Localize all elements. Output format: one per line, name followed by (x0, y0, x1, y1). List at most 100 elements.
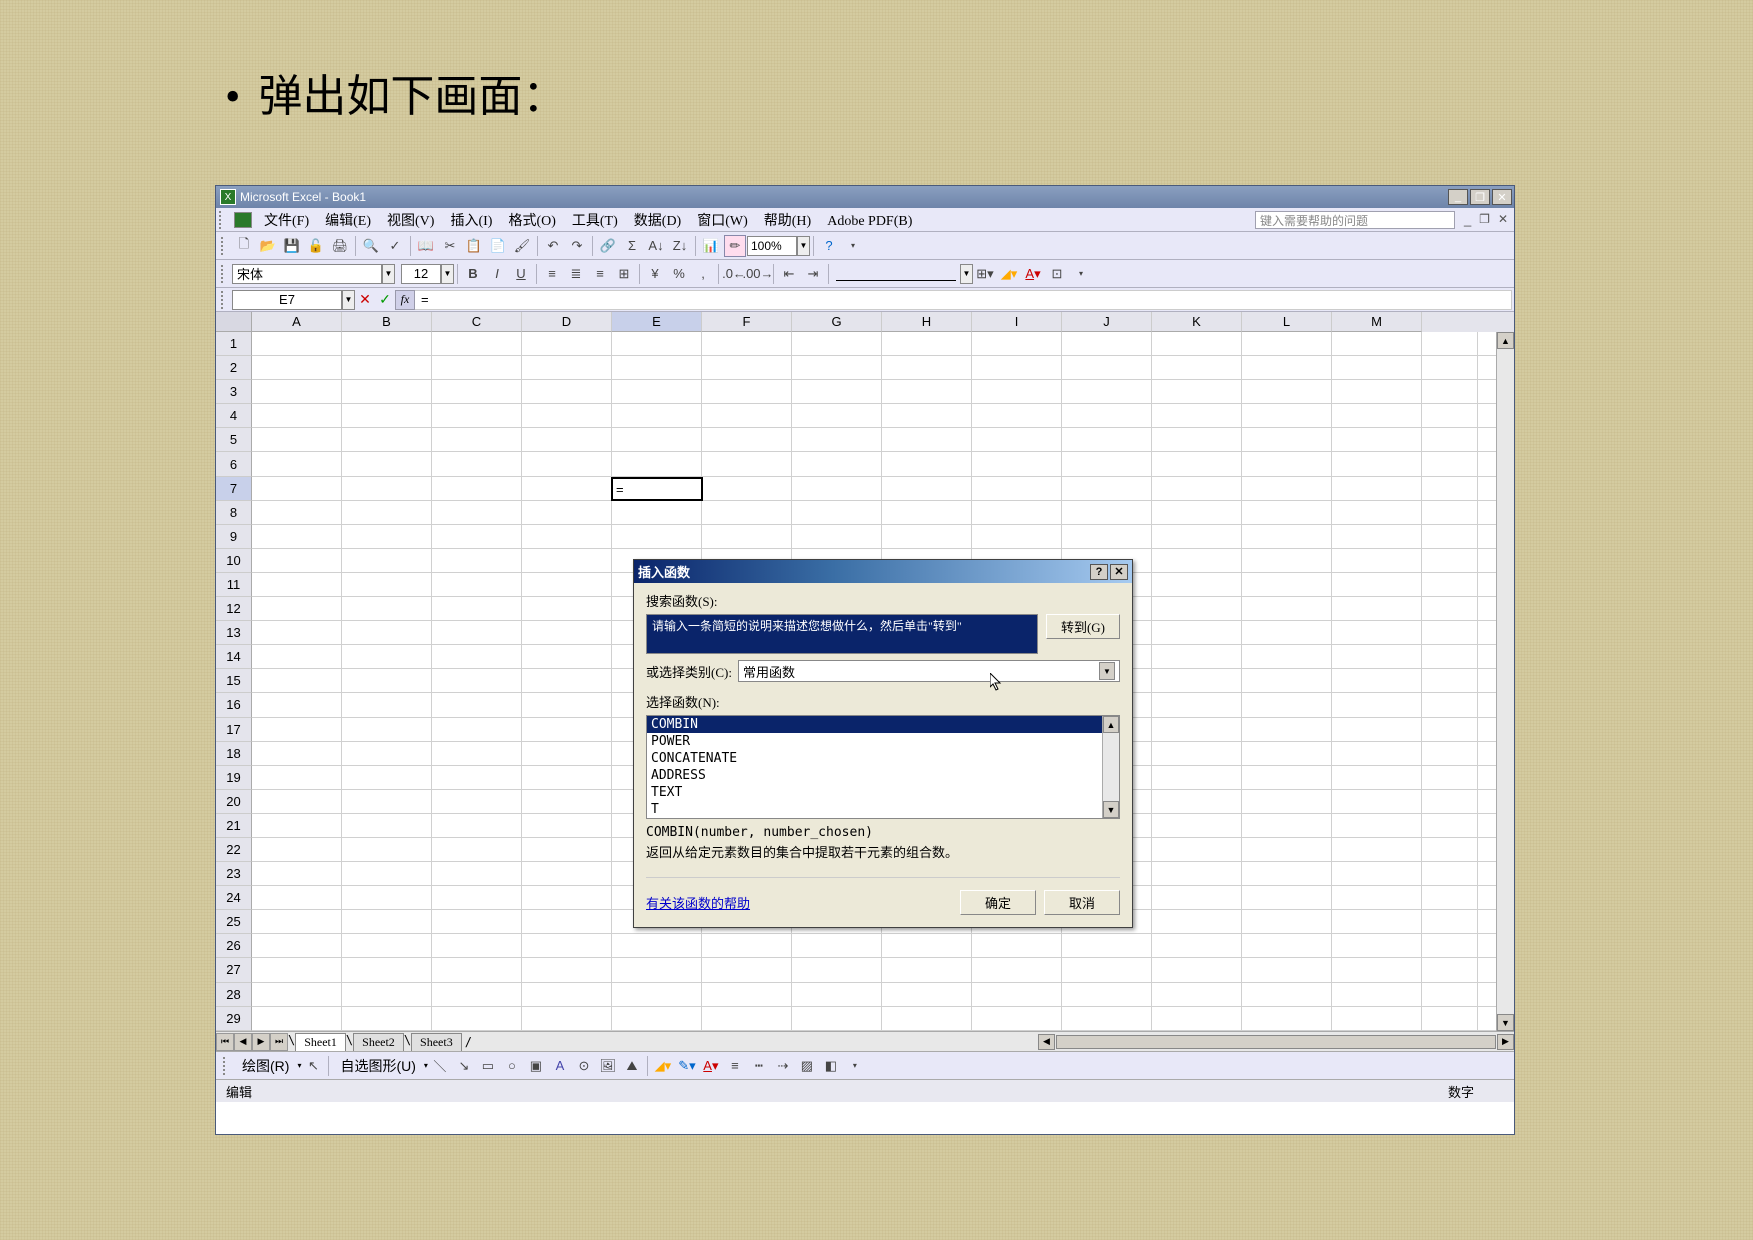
sort-desc-icon[interactable]: Z↓ (669, 235, 691, 257)
cell[interactable] (522, 645, 612, 668)
insert-diagram-icon[interactable]: ⊙ (573, 1055, 595, 1077)
doc-minimize[interactable]: _ (1461, 212, 1474, 227)
cell[interactable] (342, 814, 432, 837)
row-header-25[interactable]: 25 (216, 910, 252, 934)
doc-restore[interactable]: ❐ (1476, 212, 1493, 227)
cell[interactable] (432, 718, 522, 741)
cell[interactable] (1332, 934, 1422, 957)
cell[interactable] (1332, 428, 1422, 451)
cell[interactable] (432, 934, 522, 957)
line-style-icon[interactable]: ≡ (724, 1055, 746, 1077)
cell[interactable] (1242, 886, 1332, 909)
cell[interactable] (432, 862, 522, 885)
cell[interactable] (1242, 332, 1332, 355)
cell[interactable] (522, 477, 612, 500)
cell[interactable] (882, 380, 972, 403)
row-header-18[interactable]: 18 (216, 742, 252, 766)
cell[interactable] (1152, 790, 1242, 813)
row-header-17[interactable]: 17 (216, 718, 252, 742)
vertical-scrollbar[interactable]: ▲ ▼ (1496, 332, 1514, 1031)
increase-indent-icon[interactable]: ⇥ (802, 263, 824, 285)
cell[interactable] (1062, 958, 1152, 981)
cell[interactable] (432, 356, 522, 379)
spelling-icon[interactable]: ✓ (384, 235, 406, 257)
cell[interactable] (1152, 549, 1242, 572)
redo-icon[interactable]: ↷ (566, 235, 588, 257)
menu-adobepdfb[interactable]: Adobe PDF(B) (819, 214, 920, 229)
cell[interactable] (342, 693, 432, 716)
cell[interactable] (1332, 958, 1422, 981)
cell[interactable] (342, 452, 432, 475)
row-header-27[interactable]: 27 (216, 958, 252, 982)
cell[interactable] (612, 380, 702, 403)
cell[interactable] (1332, 356, 1422, 379)
cell[interactable] (342, 380, 432, 403)
row-header-3[interactable]: 3 (216, 380, 252, 404)
row-header-5[interactable]: 5 (216, 428, 252, 452)
row-header-14[interactable]: 14 (216, 645, 252, 669)
cell[interactable] (1422, 910, 1478, 933)
cell[interactable] (522, 886, 612, 909)
insert-clipart-icon[interactable]: 🖼 (597, 1055, 619, 1077)
cell[interactable] (1152, 477, 1242, 500)
function-item-combin[interactable]: COMBIN (647, 716, 1119, 733)
cell[interactable] (1242, 621, 1332, 644)
cell[interactable] (1332, 910, 1422, 933)
oval-icon[interactable]: ○ (501, 1055, 523, 1077)
cell[interactable] (1242, 356, 1332, 379)
cell[interactable] (1152, 380, 1242, 403)
cell[interactable] (522, 838, 612, 861)
menu-t[interactable]: 工具(T) (564, 214, 626, 229)
cell[interactable] (1422, 742, 1478, 765)
toolbar-options-icon[interactable]: ▾ (844, 1055, 866, 1077)
cell[interactable] (522, 332, 612, 355)
cell[interactable] (1062, 501, 1152, 524)
row-header-26[interactable]: 26 (216, 934, 252, 958)
tab-last-icon[interactable]: ⏭ (270, 1033, 288, 1051)
cell[interactable] (612, 428, 702, 451)
cell[interactable] (1152, 428, 1242, 451)
cell[interactable] (252, 573, 342, 596)
cell[interactable] (1242, 477, 1332, 500)
cell[interactable] (342, 1007, 432, 1030)
sheet-tab-sheet3[interactable]: Sheet3 (411, 1033, 462, 1051)
cell[interactable] (792, 332, 882, 355)
cell[interactable] (1242, 404, 1332, 427)
cell[interactable] (1152, 910, 1242, 933)
insert-wordart-icon[interactable]: A (549, 1055, 571, 1077)
cell[interactable] (522, 934, 612, 957)
cell[interactable] (1332, 404, 1422, 427)
align-right-icon[interactable]: ≡ (589, 263, 611, 285)
function-item-text[interactable]: TEXT (647, 784, 1119, 801)
cell[interactable] (702, 380, 792, 403)
align-center-icon[interactable]: ≣ (565, 263, 587, 285)
function-item-concatenate[interactable]: CONCATENATE (647, 750, 1119, 767)
cell[interactable] (1242, 549, 1332, 572)
cell[interactable] (432, 886, 522, 909)
column-header-D[interactable]: D (522, 312, 612, 332)
cell[interactable] (1152, 525, 1242, 548)
dash-style-icon[interactable]: ┅ (748, 1055, 770, 1077)
column-header-E[interactable]: E (612, 312, 702, 332)
currency-icon[interactable]: ¥ (644, 263, 666, 285)
cell[interactable] (432, 766, 522, 789)
cell[interactable] (1152, 693, 1242, 716)
cell[interactable] (792, 452, 882, 475)
help-icon[interactable]: ? (818, 235, 840, 257)
row-header-9[interactable]: 9 (216, 525, 252, 549)
cell[interactable] (1242, 597, 1332, 620)
cell[interactable] (252, 910, 342, 933)
cell[interactable] (522, 790, 612, 813)
scroll-down-icon[interactable]: ▼ (1497, 1014, 1514, 1031)
column-header-F[interactable]: F (702, 312, 792, 332)
column-header-H[interactable]: H (882, 312, 972, 332)
horizontal-scrollbar[interactable]: ◀ ▶ (472, 1034, 1514, 1050)
cell[interactable] (252, 477, 342, 500)
cell[interactable] (972, 356, 1062, 379)
cell[interactable] (612, 356, 702, 379)
cell[interactable] (522, 742, 612, 765)
cell[interactable] (1332, 452, 1422, 475)
font-size-box[interactable]: 12 (401, 264, 441, 284)
cell[interactable] (342, 549, 432, 572)
cell[interactable] (522, 766, 612, 789)
